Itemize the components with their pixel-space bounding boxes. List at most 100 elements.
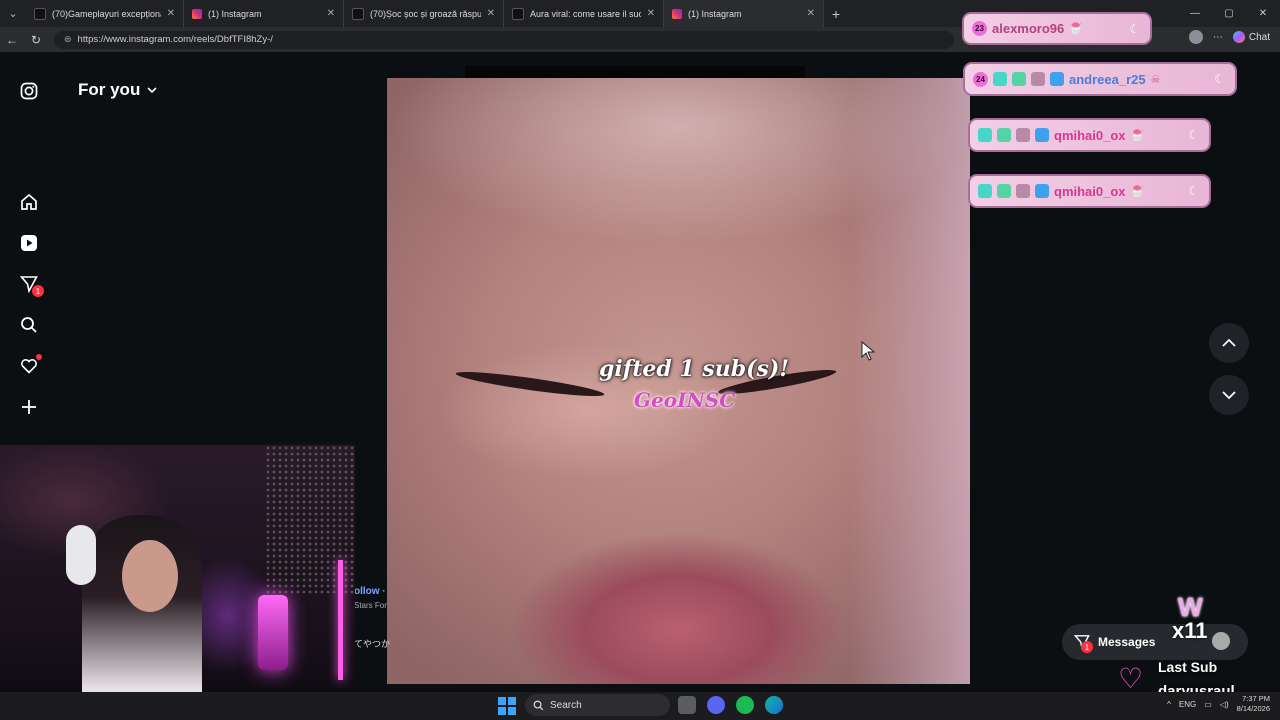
messages-badge: 1 bbox=[1081, 641, 1093, 653]
streamer-webcam bbox=[0, 445, 355, 720]
search-icon[interactable] bbox=[18, 314, 40, 336]
close-icon[interactable]: ✕ bbox=[487, 8, 495, 19]
purple-lamp bbox=[258, 595, 288, 670]
profile-avatar-icon[interactable] bbox=[1188, 30, 1203, 44]
search-label: Search bbox=[550, 699, 582, 711]
language-indicator[interactable]: ENG bbox=[1179, 700, 1196, 709]
tiktok-icon bbox=[34, 7, 46, 20]
chat-username: andreea_r25 bbox=[1069, 71, 1146, 87]
clock-date: 8/14/2026 bbox=[1236, 704, 1270, 713]
activity-dot bbox=[36, 354, 42, 360]
gift-badge-icon bbox=[997, 128, 1011, 142]
reel-video[interactable]: gifted 1 sub(s)! GeoINSC bbox=[387, 78, 970, 684]
level-badge: 24 bbox=[973, 71, 988, 87]
next-reel-button[interactable] bbox=[1209, 375, 1249, 415]
copilot-chat-button[interactable]: Chat bbox=[1232, 31, 1270, 43]
tab-title: (1) Instagram bbox=[208, 8, 262, 19]
heart-icon[interactable] bbox=[18, 354, 42, 377]
instagram-logo-icon[interactable] bbox=[18, 80, 40, 102]
more-options-icon[interactable]: ⋯ bbox=[1213, 32, 1223, 43]
windows-start-icon[interactable] bbox=[498, 697, 516, 715]
cup-icon: 🍧 bbox=[1069, 23, 1083, 35]
chat-username: alexmoro96 bbox=[992, 21, 1065, 36]
network-icon[interactable]: ▭ bbox=[1204, 700, 1212, 709]
tab-2[interactable]: (1) Instagram ✕ bbox=[184, 0, 344, 27]
sub-badge-icon bbox=[978, 128, 992, 142]
heart-outline-icon: ♡ bbox=[1118, 663, 1144, 694]
tab-actions-menu[interactable]: ⌄ bbox=[0, 0, 26, 27]
back-arrow-icon[interactable]: ← bbox=[0, 33, 24, 47]
follow-link-fragment[interactable]: ollow · bbox=[354, 586, 386, 597]
close-icon[interactable]: ✕ bbox=[647, 8, 655, 19]
home-icon[interactable] bbox=[18, 191, 40, 213]
instagram-icon bbox=[192, 8, 202, 19]
system-clock[interactable]: 7:37 PM 8/14/2026 bbox=[1237, 694, 1270, 714]
window-controls: — ▢ ✕ bbox=[1178, 0, 1280, 27]
previous-reel-button[interactable] bbox=[1209, 323, 1249, 363]
tab-3[interactable]: (70)Șoc șoc și groază răspunsul bă ✕ bbox=[344, 0, 504, 27]
caption-fragment: てやつか bbox=[354, 639, 391, 649]
url-bar[interactable]: ⊜ https://www.instagram.com/reels/DbfTFI… bbox=[54, 30, 954, 49]
headset-earcup bbox=[66, 525, 96, 585]
streamer-face bbox=[122, 540, 178, 612]
reels-icon[interactable] bbox=[18, 232, 40, 254]
chat-row-4: qmihai0_ox 🍧 ☾ bbox=[968, 174, 1211, 208]
close-icon[interactable]: ✕ bbox=[807, 8, 815, 19]
cup-icon: 🍧 bbox=[1130, 185, 1145, 198]
tab-title: (1) Instagram bbox=[688, 8, 742, 19]
tab-title: Aura viral: come usare il suono Tik bbox=[530, 8, 641, 19]
sub-badge-icon bbox=[993, 72, 1007, 86]
hammer-badge-icon bbox=[1035, 184, 1049, 198]
browser-tools: ⋯ Chat bbox=[1188, 30, 1270, 44]
moon-icon: ☾ bbox=[1129, 21, 1140, 36]
tab-4[interactable]: Aura viral: come usare il suono Tik ✕ bbox=[504, 0, 664, 27]
moon-icon: ☾ bbox=[1188, 184, 1199, 198]
tray-chevron-icon[interactable]: ^ bbox=[1167, 700, 1171, 709]
chevron-up-icon bbox=[1222, 338, 1236, 347]
message-avatar bbox=[1212, 632, 1230, 650]
emote-badge-icon bbox=[1031, 72, 1045, 86]
tab-1[interactable]: (70)Gameplayuri excepționale @rc ✕ bbox=[26, 0, 184, 27]
close-window-icon[interactable]: ✕ bbox=[1246, 8, 1280, 19]
volume-icon[interactable]: ◁) bbox=[1220, 700, 1229, 709]
discord-icon[interactable] bbox=[707, 696, 725, 714]
tab-title: (70)Gameplayuri excepționale @rc bbox=[52, 8, 161, 19]
instagram-icon bbox=[672, 8, 682, 19]
new-tab-button[interactable]: + bbox=[824, 6, 848, 22]
messages-icon[interactable]: 1 bbox=[18, 273, 44, 297]
close-icon[interactable]: ✕ bbox=[167, 8, 175, 19]
create-plus-icon[interactable] bbox=[18, 396, 40, 418]
clock-time: 7:37 PM bbox=[1242, 694, 1270, 703]
system-tray: ^ ENG ▭ ◁) 7:37 PM 8/14/2026 bbox=[1167, 694, 1270, 714]
maximize-icon[interactable]: ▢ bbox=[1212, 8, 1246, 19]
chat-username: qmihai0_ox bbox=[1054, 183, 1126, 199]
cup-icon: 🍧 bbox=[1130, 129, 1145, 142]
gift-badge-icon bbox=[1012, 72, 1026, 86]
task-view-icon[interactable] bbox=[678, 696, 696, 714]
tiktok-icon bbox=[512, 7, 524, 20]
multiplier-text: x11 bbox=[1172, 618, 1208, 643]
video-eye-left bbox=[454, 367, 606, 401]
chat-row-1: 23 alexmoro96 🍧 ☾ bbox=[962, 12, 1152, 45]
gift-badge-icon bbox=[997, 184, 1011, 198]
mouse-cursor-icon bbox=[861, 341, 875, 361]
video-top-strip bbox=[465, 66, 805, 78]
refresh-icon[interactable]: ↻ bbox=[24, 33, 48, 47]
messages-label: Messages bbox=[1098, 635, 1156, 649]
spotify-icon[interactable] bbox=[736, 696, 754, 714]
url-text: https://www.instagram.com/reels/DbfTFI8h… bbox=[77, 34, 273, 45]
feed-label: For you bbox=[78, 80, 141, 99]
copilot-icon bbox=[1232, 31, 1245, 43]
skull-icon: ☠ bbox=[1150, 73, 1161, 86]
emote-badge-icon bbox=[1016, 128, 1030, 142]
close-icon[interactable]: ✕ bbox=[327, 8, 335, 19]
feed-selector[interactable]: For you bbox=[78, 80, 158, 100]
taskbar-search[interactable]: Search bbox=[525, 694, 670, 716]
chevron-down-icon bbox=[147, 87, 157, 94]
edge-icon[interactable] bbox=[765, 696, 783, 714]
chat-username: qmihai0_ox bbox=[1054, 127, 1126, 143]
site-info-icon[interactable]: ⊜ bbox=[64, 34, 72, 45]
tab-5-active[interactable]: (1) Instagram ✕ bbox=[664, 0, 824, 27]
minimize-icon[interactable]: — bbox=[1178, 8, 1212, 19]
gift-alert-user: GeoINSC bbox=[634, 388, 736, 412]
